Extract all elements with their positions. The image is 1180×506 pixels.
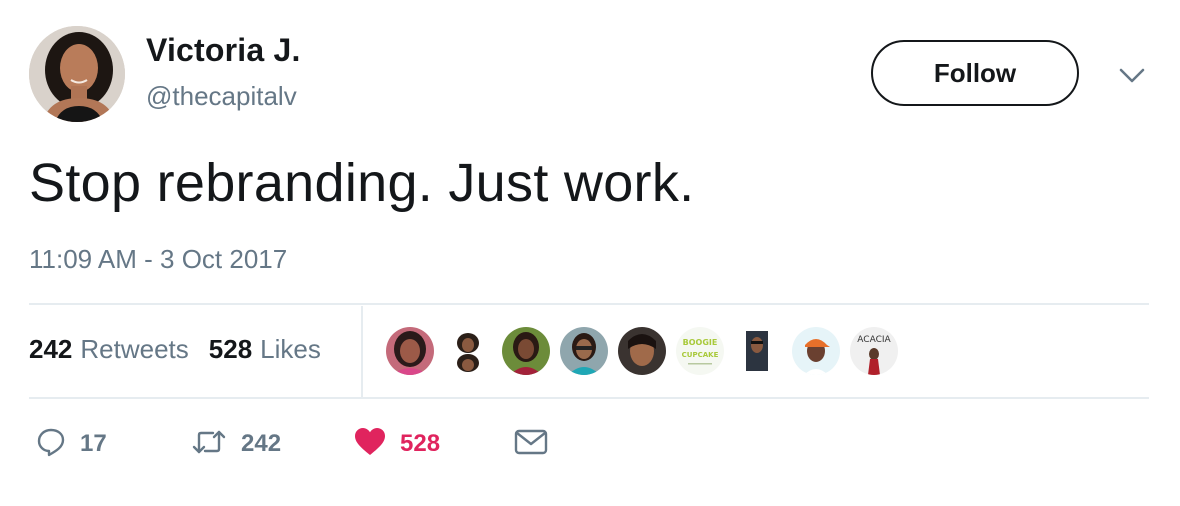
stats-separator bbox=[361, 306, 363, 397]
reply-button[interactable]: 17 bbox=[36, 426, 107, 462]
liker-avatar[interactable] bbox=[560, 327, 608, 375]
svg-text:BOOGIE: BOOGIE bbox=[683, 338, 718, 347]
liker-avatar[interactable] bbox=[792, 327, 840, 375]
liker-avatar[interactable]: BOOGIE CUPCAKE bbox=[676, 327, 724, 375]
like-count: 528 bbox=[400, 430, 441, 457]
retweet-icon bbox=[191, 427, 227, 462]
divider bbox=[29, 303, 1149, 305]
liker-avatar[interactable] bbox=[734, 327, 782, 375]
tweet-timestamp[interactable]: 11:09 AM - 3 Oct 2017 bbox=[29, 244, 287, 275]
author-handle[interactable]: @thecapitalv bbox=[146, 81, 297, 112]
divider bbox=[29, 397, 1149, 399]
envelope-icon bbox=[514, 427, 548, 462]
svg-text:ACACIA: ACACIA bbox=[857, 335, 891, 345]
author-display-name[interactable]: Victoria J. bbox=[146, 32, 301, 69]
tweet-stats: 242 Retweets 528 Likes bbox=[29, 334, 321, 365]
likes-stat[interactable]: 528 Likes bbox=[209, 334, 321, 365]
reply-icon bbox=[36, 427, 66, 462]
liker-avatar[interactable] bbox=[618, 327, 666, 375]
svg-text:CUPCAKE: CUPCAKE bbox=[682, 351, 719, 359]
author-avatar[interactable] bbox=[29, 26, 125, 122]
likes-label: Likes bbox=[260, 334, 321, 364]
retweets-stat[interactable]: 242 Retweets bbox=[29, 334, 189, 365]
liker-avatar[interactable] bbox=[444, 327, 492, 375]
liker-avatar[interactable] bbox=[502, 327, 550, 375]
chevron-down-icon[interactable] bbox=[1118, 64, 1146, 88]
like-button[interactable]: 528 bbox=[354, 426, 440, 462]
retweets-label: Retweets bbox=[80, 334, 189, 364]
tweet-actions: 17 242 528 bbox=[36, 426, 636, 462]
retweets-count: 242 bbox=[29, 334, 73, 364]
direct-message-button[interactable] bbox=[514, 426, 548, 462]
retweet-button[interactable]: 242 bbox=[191, 426, 281, 462]
tweet-card: Victoria J. @thecapitalv Follow Stop reb… bbox=[0, 0, 1180, 506]
retweet-count: 242 bbox=[241, 430, 282, 457]
tweet-text: Stop rebranding. Just work. bbox=[29, 153, 695, 213]
heart-icon bbox=[354, 427, 386, 462]
liker-avatar[interactable] bbox=[386, 327, 434, 375]
follow-button[interactable]: Follow bbox=[871, 40, 1079, 106]
reply-count: 17 bbox=[80, 430, 107, 457]
likes-count: 528 bbox=[208, 334, 253, 364]
liker-avatars: BOOGIE CUPCAKE ACACIA bbox=[386, 327, 898, 375]
liker-avatar[interactable]: ACACIA bbox=[850, 327, 898, 375]
